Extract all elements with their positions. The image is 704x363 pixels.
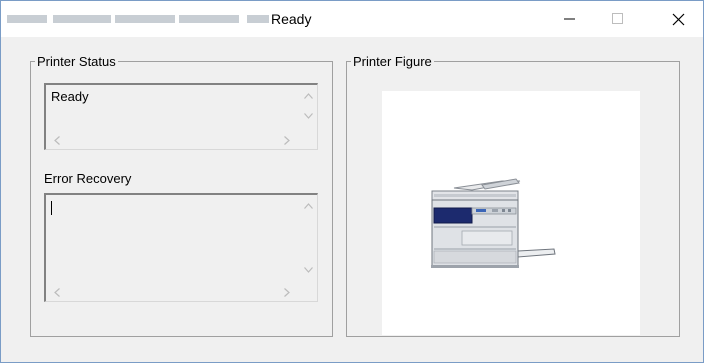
printer-figure-legend: Printer Figure [353, 54, 432, 69]
printer-figure-panel [382, 91, 640, 335]
blurred-title-segment [53, 15, 111, 23]
window-title: Ready [271, 11, 312, 27]
chevron-down-icon [304, 266, 313, 273]
scroll-down-arrow[interactable] [300, 261, 317, 278]
printer-status-legend: Printer Status [37, 54, 116, 69]
maximize-icon [612, 13, 623, 24]
scroll-left-arrow[interactable] [48, 284, 65, 301]
chevron-up-icon [304, 92, 313, 99]
error-recovery-label: Error Recovery [44, 171, 132, 186]
printer-icon [431, 178, 556, 268]
client-area: Printer Status Ready Error Recovery Prin… [9, 37, 695, 354]
blurred-title-segment [115, 15, 175, 23]
blurred-title-segment [7, 15, 47, 23]
title-bar[interactable]: Ready [1, 1, 703, 37]
chevron-left-icon [53, 136, 60, 145]
vertical-scrollbar[interactable] [300, 85, 317, 132]
chevron-up-icon [304, 202, 313, 209]
scroll-up-arrow[interactable] [300, 197, 317, 214]
chevron-right-icon [283, 136, 290, 145]
minimize-button[interactable] [547, 1, 593, 37]
text-caret [51, 201, 52, 215]
scroll-left-arrow[interactable] [48, 132, 65, 149]
blurred-title-segment [179, 15, 239, 23]
printer-status-value: Ready [51, 89, 89, 104]
close-icon [672, 13, 684, 25]
error-recovery-textbox[interactable] [44, 193, 318, 302]
horizontal-scrollbar[interactable] [46, 132, 300, 149]
printer-status-group: Printer Status Ready Error Recovery [30, 54, 333, 337]
close-button[interactable] [655, 1, 701, 37]
printer-status-textbox[interactable]: Ready [44, 83, 318, 150]
scroll-right-arrow[interactable] [278, 132, 295, 149]
blurred-title-segment [247, 15, 269, 23]
vertical-scrollbar[interactable] [300, 195, 317, 284]
scroll-up-arrow[interactable] [300, 87, 317, 104]
horizontal-scrollbar[interactable] [46, 284, 300, 301]
printer-figure-group: Printer Figure [346, 54, 680, 337]
scroll-right-arrow[interactable] [278, 284, 295, 301]
scroll-down-arrow[interactable] [300, 107, 317, 124]
minimize-icon [564, 18, 575, 20]
chevron-down-icon [304, 112, 313, 119]
chevron-left-icon [53, 288, 60, 297]
chevron-right-icon [283, 288, 290, 297]
maximize-button[interactable] [595, 1, 641, 37]
app-window: Ready Printer Status Ready Error Recover… [0, 0, 704, 363]
